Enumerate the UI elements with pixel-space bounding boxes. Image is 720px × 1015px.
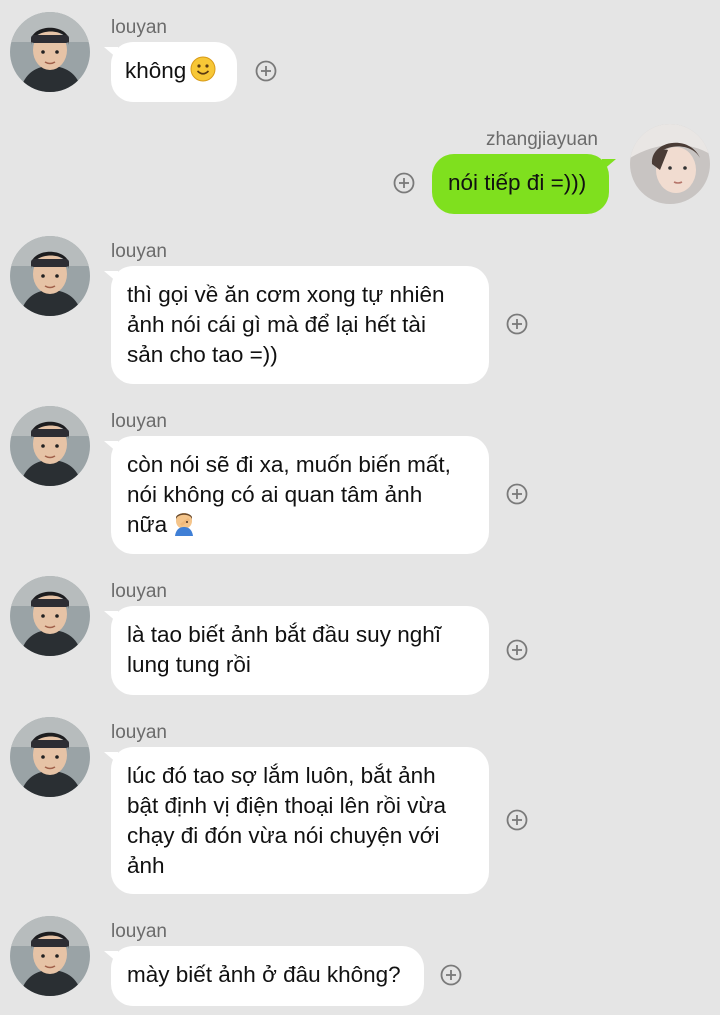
add-circle-icon[interactable]	[506, 639, 528, 661]
sender-name: louyan	[111, 581, 167, 602]
add-circle-icon[interactable]	[393, 172, 415, 194]
add-circle-icon[interactable]	[440, 964, 462, 986]
avatar-louyan[interactable]	[10, 12, 90, 92]
message-line: bật định vị điện thoại lên rồi vừa	[127, 793, 447, 818]
message-line: lung tung rồi	[127, 652, 251, 677]
avatar-zhangjiayuan[interactable]	[630, 124, 710, 204]
message-text: không	[125, 58, 187, 83]
message-line: lúc đó tao sợ lắm luôn, bắt ảnh	[127, 763, 436, 788]
message-line: ảnh	[127, 853, 165, 878]
message-bubble[interactable]: còn nói sẽ đi xa, muốn biến mất, nói khô…	[111, 436, 489, 554]
add-circle-icon[interactable]	[255, 60, 277, 82]
message-bubble[interactable]: là tao biết ảnh bắt đầu suy nghĩ lung tu…	[111, 606, 489, 695]
message-line: sản cho tao =))	[127, 342, 278, 367]
add-circle-icon[interactable]	[506, 313, 528, 335]
sender-name: louyan	[111, 17, 167, 38]
message-bubble[interactable]: nói tiếp đi =)))	[432, 154, 609, 214]
message-bubble[interactable]: không	[111, 42, 237, 102]
message-line: nói không có ai quan tâm ảnh	[127, 482, 423, 507]
avatar-louyan[interactable]	[10, 406, 90, 486]
sender-name: louyan	[111, 921, 167, 942]
sender-name: zhangjiayuan	[486, 129, 598, 150]
message-bubble[interactable]: thì gọi về ăn cơm xong tự nhiên ảnh nói …	[111, 266, 489, 384]
sender-name: louyan	[111, 722, 167, 743]
sender-name: louyan	[111, 241, 167, 262]
sender-name: louyan	[111, 411, 167, 432]
facepalm-emoji	[171, 510, 197, 544]
message-line: nữa	[127, 512, 168, 537]
message-bubble[interactable]: mày biết ảnh ở đâu không?	[111, 946, 424, 1006]
message-bubble[interactable]: lúc đó tao sợ lắm luôn, bắt ảnh bật định…	[111, 747, 489, 894]
smiling-face-emoji	[190, 56, 216, 90]
message-text: nói tiếp đi =)))	[448, 170, 587, 195]
avatar-louyan[interactable]	[10, 717, 90, 797]
add-circle-icon[interactable]	[506, 809, 528, 831]
message-line: là tao biết ảnh bắt đầu suy nghĩ	[127, 622, 441, 647]
message-line: chạy đi đón vừa nói chuyện với	[127, 823, 440, 848]
message-line: ảnh nói cái gì mà để lại hết tài	[127, 312, 426, 337]
message-text: mày biết ảnh ở đâu không?	[127, 962, 401, 987]
avatar-louyan[interactable]	[10, 236, 90, 316]
message-line: thì gọi về ăn cơm xong tự nhiên	[127, 282, 445, 307]
avatar-louyan[interactable]	[10, 576, 90, 656]
avatar-louyan[interactable]	[10, 916, 90, 996]
add-circle-icon[interactable]	[506, 483, 528, 505]
message-line: còn nói sẽ đi xa, muốn biến mất,	[127, 452, 451, 477]
